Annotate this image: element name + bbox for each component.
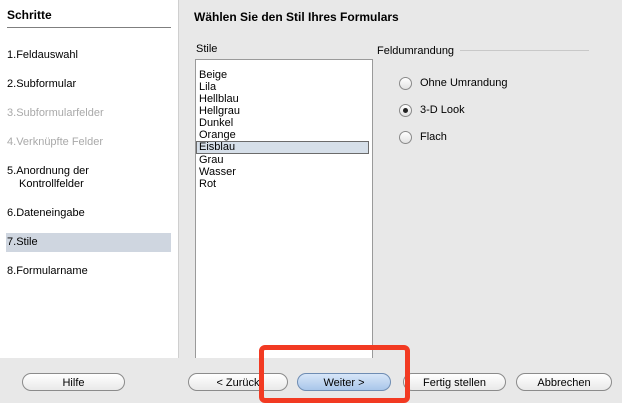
- step-label: Formularname: [16, 265, 88, 277]
- step-number: 4.: [7, 136, 17, 148]
- steps-list: 1.Feldauswahl 2.Subformular 3.Subformula…: [0, 46, 178, 281]
- radio-button-icon[interactable]: [399, 76, 412, 90]
- radio-label: Ohne Umrandung: [420, 77, 508, 89]
- style-item-hellgrau[interactable]: Hellgrau: [197, 105, 369, 117]
- style-item-wasser[interactable]: Wasser: [197, 166, 369, 178]
- style-item-beige[interactable]: Beige: [197, 69, 369, 81]
- radio-label: 3-D Look: [420, 104, 465, 116]
- step-number: 6.: [7, 207, 17, 219]
- radio-ohne-umrandung[interactable]: Ohne Umrandung: [399, 75, 507, 91]
- radio-label: Flach: [420, 131, 447, 143]
- radio-3d-look[interactable]: 3-D Look: [399, 102, 465, 118]
- finish-button[interactable]: Fertig stellen: [403, 373, 506, 391]
- step-number: 3.: [7, 107, 17, 119]
- style-item-rot[interactable]: Rot: [197, 178, 369, 190]
- step-label: Dateneingabe: [16, 207, 85, 219]
- sidebar-title: Schritte: [7, 8, 171, 28]
- step-label: Anordnung der: [16, 165, 89, 177]
- radio-button-checked-icon[interactable]: [399, 103, 412, 117]
- style-item-dunkel[interactable]: Dunkel: [197, 117, 369, 129]
- styles-label: Stile: [196, 43, 218, 55]
- cancel-button[interactable]: Abbrechen: [516, 373, 612, 391]
- step-number: 1.: [7, 49, 17, 61]
- step-stile[interactable]: 7.Stile: [6, 233, 171, 252]
- step-label: Verknüpfte Felder: [16, 136, 104, 148]
- help-button[interactable]: Hilfe: [22, 373, 125, 391]
- page-title: Wählen Sie den Stil Ihres Formulars: [194, 10, 399, 24]
- step-number: 5.: [7, 165, 17, 177]
- button-bar: Hilfe < Zurück Weiter > Fertig stellen A…: [0, 358, 622, 401]
- style-item-eisblau[interactable]: Eisblau: [196, 141, 369, 154]
- step-anordnung[interactable]: 5.Anordnung der Kontrollfelder: [6, 162, 171, 194]
- border-group-legend: Feldumrandung: [377, 45, 461, 57]
- step-label: Stile: [16, 236, 38, 248]
- step-label-line2: Kontrollfelder: [19, 178, 84, 190]
- styles-listbox[interactable]: Beige Lila Hellblau Hellgrau Dunkel Oran…: [195, 59, 373, 359]
- steps-sidebar: Schritte 1.Feldauswahl 2.Subformular 3.S…: [0, 0, 179, 358]
- step-label: Feldauswahl: [16, 49, 78, 61]
- step-feldauswahl[interactable]: 1.Feldauswahl: [6, 46, 171, 65]
- border-group: Feldumrandung: [377, 43, 589, 57]
- step-number: 2.: [7, 78, 17, 90]
- step-subformular[interactable]: 2.Subformular: [6, 75, 171, 94]
- step-formularname[interactable]: 8.Formularname: [6, 262, 171, 281]
- main-panel: Wählen Sie den Stil Ihres Formulars Stil…: [179, 0, 622, 359]
- style-item-lila[interactable]: Lila: [197, 81, 369, 93]
- step-verknuepfte-felder: 4.Verknüpfte Felder: [6, 133, 171, 152]
- style-item-orange[interactable]: Orange: [197, 129, 369, 141]
- back-button[interactable]: < Zurück: [188, 373, 288, 391]
- step-label: Subformular: [16, 78, 77, 90]
- step-subformularfelder: 3.Subformularfelder: [6, 104, 171, 123]
- next-button[interactable]: Weiter >: [297, 373, 391, 391]
- radio-button-icon[interactable]: [399, 130, 412, 144]
- step-number: 8.: [7, 265, 17, 277]
- step-dateneingabe[interactable]: 6.Dateneingabe: [6, 204, 171, 223]
- step-label: Subformularfelder: [16, 107, 104, 119]
- radio-flach[interactable]: Flach: [399, 129, 447, 145]
- style-item-hellblau[interactable]: Hellblau: [197, 93, 369, 105]
- style-item-grau[interactable]: Grau: [197, 154, 369, 166]
- step-number: 7.: [7, 236, 17, 248]
